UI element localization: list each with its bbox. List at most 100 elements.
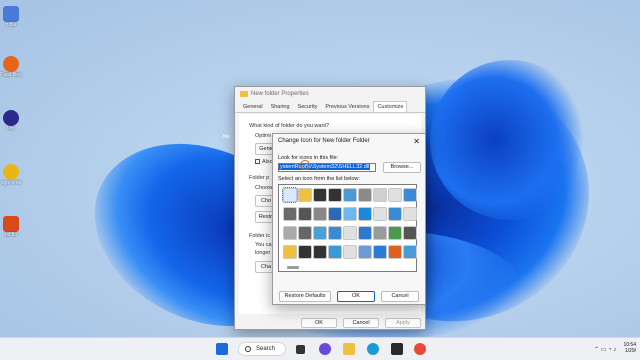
shell-icon-option[interactable] xyxy=(328,188,342,202)
edge-icon[interactable] xyxy=(367,343,379,355)
shell-icon-option[interactable] xyxy=(358,188,372,202)
taskbar: Search ⌃ ▭ ◔ ♪ 10:54 1/29/ xyxy=(0,337,640,360)
desktop-icon-label: Pro xyxy=(7,126,15,132)
you-can-label: You ca xyxy=(255,242,272,248)
tray-icons[interactable]: ⌃ ▭ ◔ ♪ xyxy=(594,346,616,353)
shell-icon-option[interactable] xyxy=(388,245,402,259)
properties-ok-button[interactable]: OK xyxy=(301,318,337,328)
icon-file-path-value: ystemRoot%\System32\SHELL32.dll xyxy=(279,164,371,170)
shell-icon-option[interactable] xyxy=(343,226,357,240)
tab-previous-versions[interactable]: Previous Versions xyxy=(321,101,373,112)
system-clock[interactable]: 10:54 1/29/ xyxy=(623,342,636,354)
icon-file-path-input[interactable]: ystemRoot%\System32\SHELL32.dll xyxy=(278,163,376,172)
shell-icon-option[interactable] xyxy=(358,207,372,221)
shell-icon-option[interactable] xyxy=(358,245,372,259)
shell-icon-option[interactable] xyxy=(313,245,327,259)
also-apply-checkbox[interactable]: Also xyxy=(255,159,273,165)
desktop-icon-label: n file xyxy=(5,22,17,28)
change-icon-titlebar[interactable]: Change Icon for New folder Folder ✕ xyxy=(273,134,425,148)
shell-icon-option[interactable] xyxy=(298,188,312,202)
shell-icon-option[interactable] xyxy=(343,188,357,202)
taskbar-search-box[interactable]: Search xyxy=(238,342,286,356)
shell-icon-option[interactable] xyxy=(298,245,312,259)
wallpaper-bloom xyxy=(430,60,590,220)
icon-list[interactable] xyxy=(278,184,417,272)
shell-icon-option[interactable] xyxy=(388,207,402,221)
shell-icon-option[interactable] xyxy=(298,207,312,221)
select-icon-label: Select an icon from the list below: xyxy=(278,176,360,182)
desktop-icon[interactable]: Pass files xyxy=(0,56,22,78)
dialog-ok-button[interactable]: OK xyxy=(337,291,375,302)
shell-icon-option[interactable] xyxy=(328,245,342,259)
shell-icon-option[interactable] xyxy=(403,226,417,240)
new-folder-desktop-label: Ne xyxy=(223,134,230,140)
shell-icon-option[interactable] xyxy=(298,226,312,240)
properties-apply-button[interactable]: Apply xyxy=(385,318,421,328)
store-icon[interactable] xyxy=(391,343,403,355)
desktop-icon[interactable]: nd llo xyxy=(0,216,22,238)
shell-icon-option[interactable] xyxy=(403,245,417,259)
shell-icon-option[interactable] xyxy=(388,226,402,240)
explorer-icon[interactable] xyxy=(343,343,355,355)
horizontal-scrollbar[interactable] xyxy=(287,266,299,269)
shell-icon-option[interactable] xyxy=(373,245,387,259)
clock-date: 1/29/ xyxy=(624,348,636,354)
app-icon xyxy=(3,216,19,232)
change-icon-dialog: Change Icon for New folder Folder ✕ Look… xyxy=(272,133,426,305)
change-icon-title: Change Icon for New folder Folder xyxy=(278,138,370,144)
shell-icon-option[interactable] xyxy=(403,188,417,202)
close-icon[interactable]: ✕ xyxy=(413,137,420,146)
search-label: Search xyxy=(256,346,276,352)
shell-icon-option[interactable] xyxy=(403,207,417,221)
shell-icon-option[interactable] xyxy=(283,207,297,221)
shell-icon-option[interactable] xyxy=(373,226,387,240)
shell-icon-option[interactable] xyxy=(328,226,342,240)
chrome-icon xyxy=(3,164,19,180)
task-view-icon[interactable] xyxy=(296,345,305,354)
checkbox-icon xyxy=(255,159,260,165)
desktop-icon-label: ogle ome xyxy=(0,180,22,186)
chrome-icon[interactable] xyxy=(414,343,426,355)
properties-cancel-button[interactable]: Cancel xyxy=(343,318,379,328)
desktop-icon[interactable]: ogle ome xyxy=(0,164,22,186)
shell-icon-option[interactable] xyxy=(313,207,327,221)
mouse-cursor-highlight xyxy=(300,160,310,170)
shell-icon-option[interactable] xyxy=(373,207,387,221)
tab-customize[interactable]: Customize xyxy=(373,101,408,112)
browse-button[interactable]: Browse... xyxy=(383,162,421,173)
shell-icon-option[interactable] xyxy=(358,226,372,240)
folder-icon xyxy=(240,91,248,97)
search-icon xyxy=(245,346,251,352)
app-icon xyxy=(3,110,19,126)
folder-icons-label: Folder ic xyxy=(249,233,271,239)
shell-icon-option[interactable] xyxy=(283,226,297,240)
properties-tabs: General Sharing Security Previous Versio… xyxy=(235,101,425,113)
start-icon[interactable] xyxy=(216,343,228,355)
dialog-cancel-button[interactable]: Cancel xyxy=(381,291,419,302)
file-icon xyxy=(3,6,19,22)
shell-icon-option[interactable] xyxy=(313,226,327,240)
shell-icon-option[interactable] xyxy=(373,188,387,202)
restore-defaults-button[interactable]: Restore Defaults xyxy=(279,291,331,302)
tab-security[interactable]: Security xyxy=(294,101,322,112)
optimize-label: Optimi xyxy=(255,133,271,139)
desktop-icon-label: Pass files xyxy=(0,72,22,78)
shell-icon-option[interactable] xyxy=(282,187,298,203)
folder-kind-question: What kind of folder do you want? xyxy=(249,123,330,129)
shell-icon-option[interactable] xyxy=(313,188,327,202)
shell-icon-option[interactable] xyxy=(328,207,342,221)
app-icon xyxy=(3,56,19,72)
shell-icon-option[interactable] xyxy=(343,207,357,221)
properties-title: New folder Properties xyxy=(251,91,309,97)
properties-titlebar[interactable]: New folder Properties xyxy=(235,87,425,101)
tab-general[interactable]: General xyxy=(239,101,267,112)
desktop-icon[interactable]: Pro xyxy=(0,110,22,132)
shell-icon-option[interactable] xyxy=(283,245,297,259)
teams-icon[interactable] xyxy=(319,343,331,355)
shell-icon-option[interactable] xyxy=(388,188,402,202)
desktop-icon-label: nd llo xyxy=(5,232,17,238)
desktop-icon[interactable]: n file xyxy=(0,6,22,28)
folder-pictures-label: Folder p xyxy=(249,175,270,181)
shell-icon-option[interactable] xyxy=(343,245,357,259)
tab-sharing[interactable]: Sharing xyxy=(267,101,294,112)
